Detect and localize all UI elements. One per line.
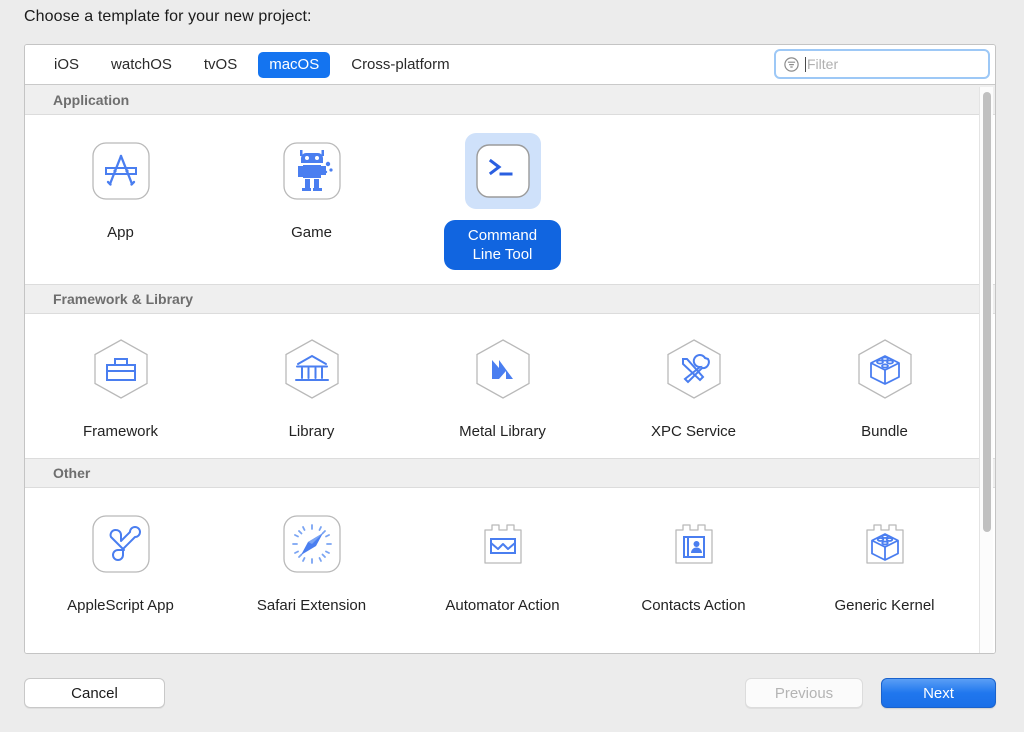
vertical-scrollbar[interactable] — [979, 87, 993, 653]
template-item-command-line-tool[interactable]: Command Line Tool — [407, 133, 598, 270]
template-item-library[interactable]: Library — [216, 332, 407, 444]
previous-button[interactable]: Previous — [745, 678, 863, 708]
template-grid-other: AppleScript App — [25, 488, 995, 632]
scroll-icon — [83, 506, 159, 582]
template-label: AppleScript App — [56, 593, 185, 618]
tools-hex-icon — [656, 332, 732, 408]
terminal-prompt-icon — [465, 133, 541, 209]
section-header-other: Other — [25, 458, 995, 488]
next-button[interactable]: Next — [881, 678, 996, 708]
template-item-applescript-app[interactable]: AppleScript App — [25, 506, 216, 618]
metal-m-hex-icon — [465, 332, 541, 408]
template-item-generic-kernel[interactable]: Generic Kernel — [789, 506, 980, 618]
tab-macos[interactable]: macOS — [258, 52, 330, 78]
template-label: Framework — [72, 419, 169, 444]
new-project-template-dialog: Choose a template for your new project: … — [0, 0, 1024, 732]
template-label: Library — [278, 419, 346, 444]
text-cursor — [805, 57, 806, 72]
template-label: Safari Extension — [246, 593, 377, 618]
section-header-application: Application — [25, 85, 995, 115]
template-item-xpc-service[interactable]: XPC Service — [598, 332, 789, 444]
automator-plugin-icon — [465, 506, 541, 582]
cancel-button[interactable]: Cancel — [24, 678, 165, 708]
template-item-contacts-action[interactable]: Contacts Action — [598, 506, 789, 618]
filter-icon — [783, 56, 800, 73]
bank-building-hex-icon — [274, 332, 350, 408]
template-label: Command Line Tool — [444, 220, 561, 270]
platform-tabbar: iOS watchOS tvOS macOS Cross-platform Fi… — [25, 45, 995, 85]
template-item-metal-library[interactable]: Metal Library — [407, 332, 598, 444]
template-scroll-area[interactable]: Application — [25, 85, 995, 653]
template-label: Bundle — [850, 419, 919, 444]
filter-field[interactable]: Filter — [774, 49, 990, 79]
game-robot-icon — [274, 133, 350, 209]
template-label: XPC Service — [640, 419, 747, 444]
template-label: Generic Kernel — [823, 593, 945, 618]
template-grid-framework-library: Framework — [25, 314, 995, 458]
filter-placeholder: Filter — [807, 56, 838, 72]
template-label: Contacts Action — [630, 593, 756, 618]
template-grid-application: App — [25, 115, 995, 284]
tab-tvos[interactable]: tvOS — [193, 52, 248, 78]
template-item-framework[interactable]: Framework — [25, 332, 216, 444]
template-item-app[interactable]: App — [25, 133, 216, 270]
page-title: Choose a template for your new project: — [24, 8, 312, 26]
scrollbar-thumb[interactable] — [983, 92, 991, 532]
tab-watchos[interactable]: watchOS — [100, 52, 183, 78]
template-label: Game — [280, 220, 343, 245]
app-store-icon — [83, 133, 159, 209]
template-chooser-panel: iOS watchOS tvOS macOS Cross-platform Fi… — [24, 44, 996, 654]
contacts-plugin-icon — [656, 506, 732, 582]
tab-cross-platform[interactable]: Cross-platform — [340, 52, 460, 78]
template-item-empty — [598, 133, 789, 270]
template-item-automator-action[interactable]: Automator Action — [407, 506, 598, 618]
template-item-game[interactable]: Game — [216, 133, 407, 270]
tab-ios[interactable]: iOS — [43, 52, 90, 78]
template-label: App — [96, 220, 145, 245]
template-label: Metal Library — [448, 419, 557, 444]
compass-icon — [274, 506, 350, 582]
template-item-safari-extension[interactable]: Safari Extension — [216, 506, 407, 618]
brick-cube-hex-icon — [847, 332, 923, 408]
section-header-framework-library: Framework & Library — [25, 284, 995, 314]
template-label: Automator Action — [434, 593, 570, 618]
briefcase-hex-icon — [83, 332, 159, 408]
template-item-empty — [789, 133, 980, 270]
kernel-plugin-icon — [847, 506, 923, 582]
template-item-bundle[interactable]: Bundle — [789, 332, 980, 444]
